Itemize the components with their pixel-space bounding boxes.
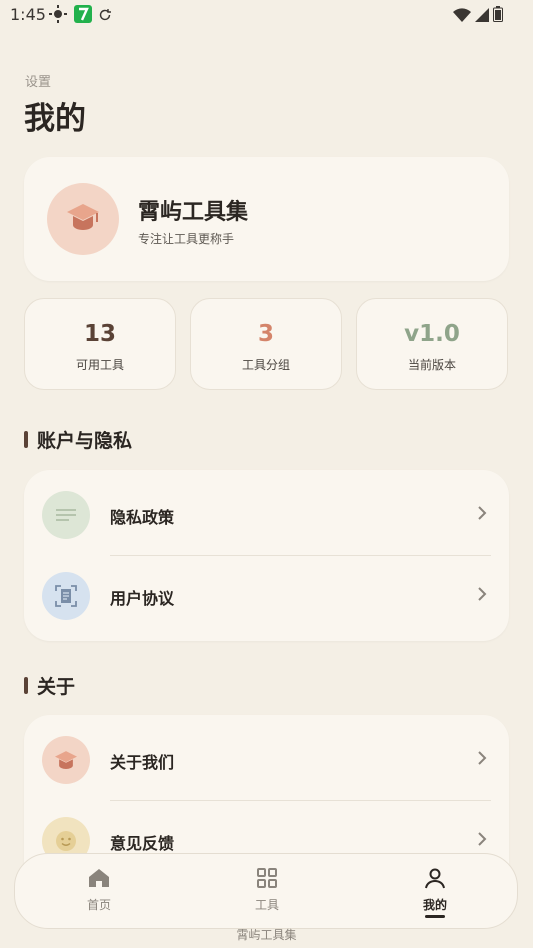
nav-label: 我的 [422,898,447,912]
profile-name: 霄屿工具集 [138,200,249,225]
graduation-cap-icon [42,736,90,784]
list-item-privacy-policy[interactable]: 隐私政策 [24,475,509,555]
list-item-label: 隐私政策 [110,508,175,527]
stat-value: v1.0 [404,321,460,347]
nav-item-mine[interactable]: 我的 [385,864,485,924]
section-header-about: 关于 [24,672,75,699]
list-item-label: 用户协议 [110,589,175,608]
section-accent-bar [24,677,28,694]
nav-item-tools[interactable]: 工具 [217,864,317,924]
avatar [47,183,119,255]
user-icon [423,866,447,890]
section-title: 关于 [37,676,76,698]
chevron-right-icon [477,831,487,851]
signal-icon [475,7,489,26]
page-subtitle: 设置 [25,75,52,90]
stat-value: 13 [83,321,116,347]
list-item-label: 关于我们 [110,753,175,772]
section-title: 账户与隐私 [37,430,133,452]
profile-card[interactable]: 霄屿工具集 专注让工具更称手 [24,157,509,281]
chevron-right-icon [477,586,487,606]
account-list-card: 隐私政策 用户协议 [24,470,509,641]
status-time: 1:45 [10,5,46,24]
bottom-nav: 首页 工具 我的 [14,853,518,929]
list-item-label: 意见反馈 [110,834,175,853]
stat-label: 可用工具 [75,358,124,372]
page-title: 我的 [24,101,86,137]
notes-icon [42,491,90,539]
stat-card-groups: 3 工具分组 [190,298,342,390]
document-scan-icon [42,572,90,620]
sync-icon [98,7,112,26]
active-indicator [425,915,445,918]
section-accent-bar [24,431,28,448]
section-header-account: 账户与隐私 [24,426,132,453]
battery-icon [493,6,503,26]
nav-item-home[interactable]: 首页 [49,864,149,924]
list-item-about-us[interactable]: 关于我们 [24,720,509,800]
wifi-icon [453,7,471,26]
list-item-user-agreement[interactable]: 用户协议 [24,556,509,636]
nav-label: 首页 [86,898,111,912]
stat-value: 3 [257,321,274,347]
stat-label: 工具分组 [241,358,290,372]
status-bar: 1:45 [0,0,533,32]
chevron-right-icon [477,505,487,525]
footer-text: 霄屿工具集 [236,928,297,942]
stat-label: 当前版本 [407,358,456,372]
app-7-icon [74,5,92,27]
stat-card-tools: 13 可用工具 [24,298,176,390]
grid-icon [255,866,279,890]
profile-tagline: 专注让工具更称手 [138,232,235,246]
graduation-cap-icon [65,201,101,237]
chevron-right-icon [477,750,487,770]
sun-weather-icon [48,5,68,27]
stat-card-version: v1.0 当前版本 [356,298,508,390]
nav-label: 工具 [254,898,279,912]
home-icon [87,866,111,890]
